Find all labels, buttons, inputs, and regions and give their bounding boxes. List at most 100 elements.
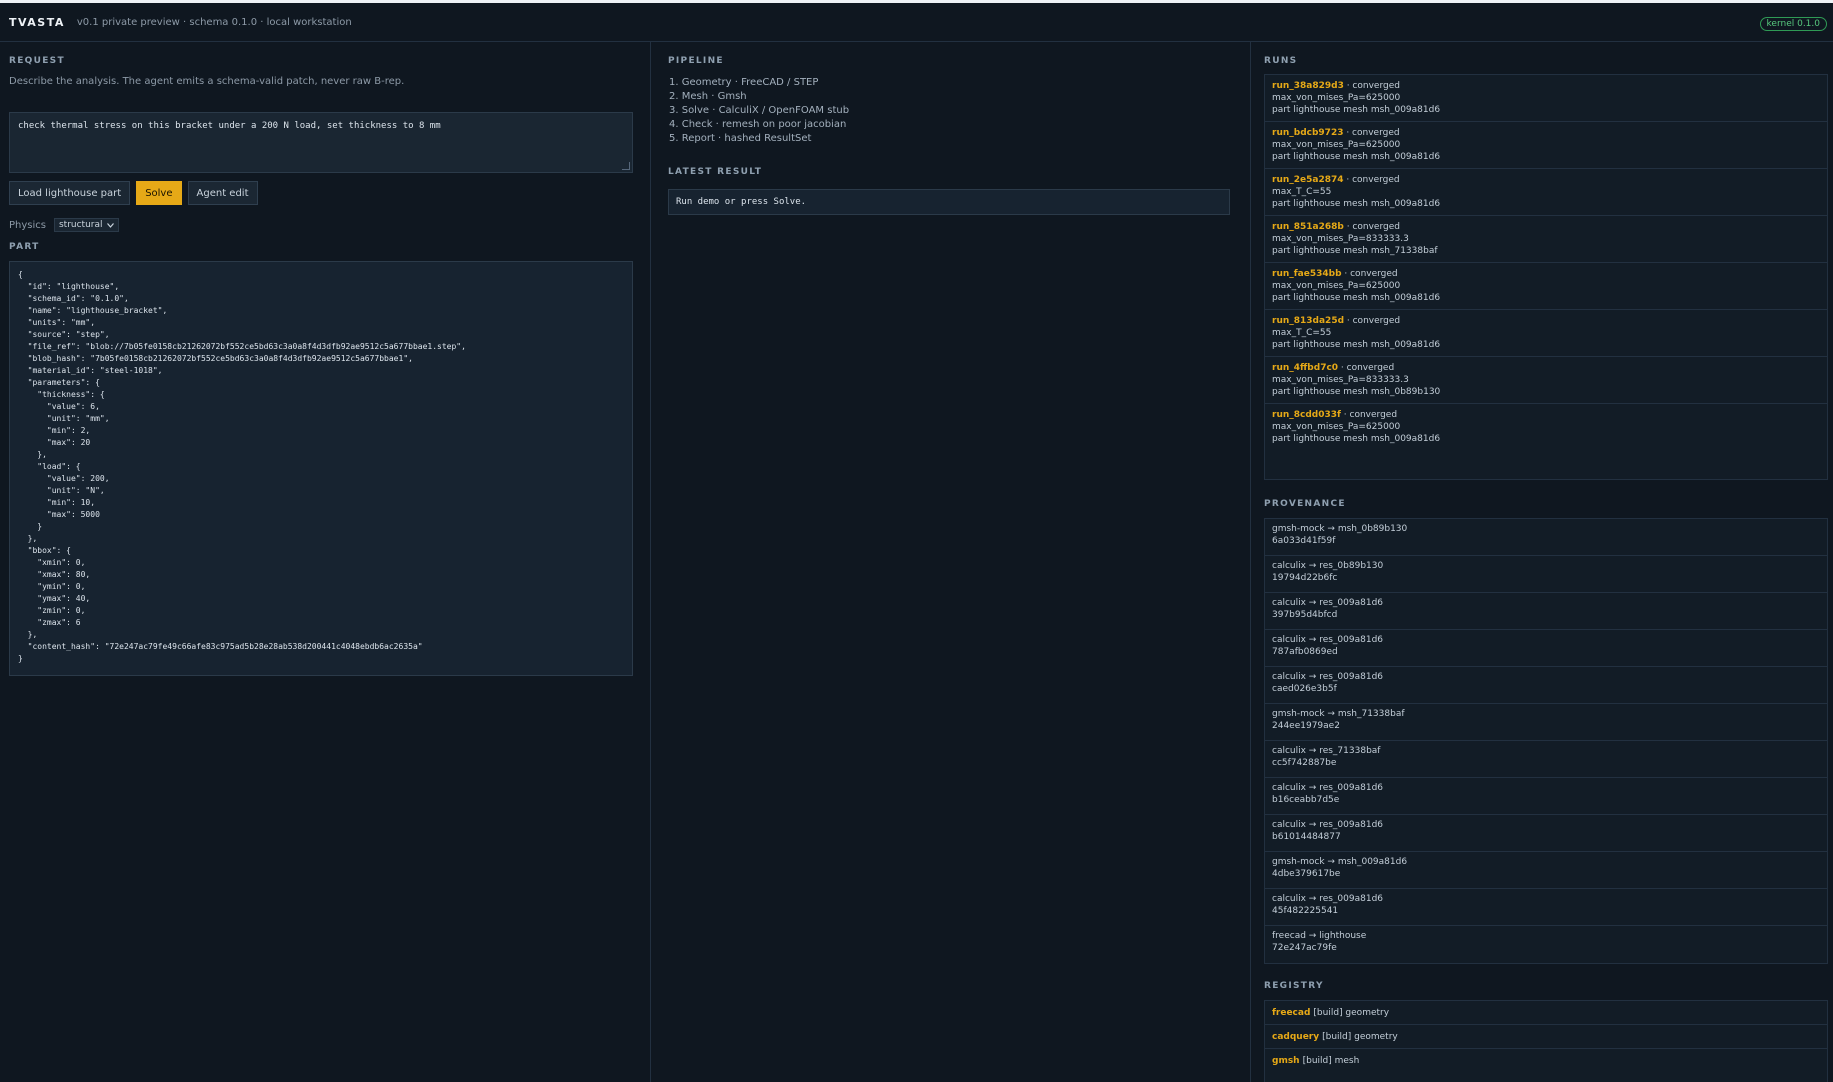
run-item[interactable]: run_2e5a2874 · converged max_T_C=55 part… bbox=[1265, 169, 1827, 216]
top-bar: TVASTA v0.1 private preview · schema 0.1… bbox=[0, 0, 1833, 42]
provenance-title: PROVENANCE bbox=[1264, 499, 1346, 509]
provenance-edge: freecad → lighthouse bbox=[1272, 931, 1367, 941]
provenance-edge: calculix → res_009a81d6 bbox=[1272, 783, 1384, 793]
provenance-edge: calculix → res_009a81d6 bbox=[1272, 635, 1384, 645]
run-id[interactable]: run_bdcb9723 bbox=[1272, 128, 1343, 138]
run-item[interactable]: run_fae534bb · converged max_von_mises_P… bbox=[1265, 263, 1827, 310]
request-text: check thermal stress on this bracket und… bbox=[18, 121, 441, 131]
run-item[interactable]: run_8cdd033f · converged max_von_mises_P… bbox=[1265, 404, 1827, 450]
run-status: · converged bbox=[1343, 222, 1400, 232]
provenance-hash: 244ee1979ae2 bbox=[1272, 721, 1340, 731]
registry-name[interactable]: gmsh bbox=[1272, 1055, 1300, 1067]
run-item[interactable]: run_bdcb9723 · converged max_von_mises_P… bbox=[1265, 122, 1827, 169]
run-metric: max_von_mises_Pa=625000 bbox=[1272, 140, 1401, 150]
pipeline-step: 2. Mesh · Gmsh bbox=[669, 91, 747, 102]
provenance-hash: cc5f742887be bbox=[1272, 758, 1337, 768]
run-mesh: part lighthouse mesh msh_009a81d6 bbox=[1272, 199, 1441, 209]
provenance-hash: 397b95d4bfcd bbox=[1272, 610, 1338, 620]
physics-select-value: structural bbox=[58, 220, 103, 230]
run-metric: max_von_mises_Pa=625000 bbox=[1272, 281, 1401, 291]
latest-result-box: Run demo or press Solve. bbox=[668, 189, 1230, 215]
run-status: · converged bbox=[1343, 128, 1400, 138]
run-id[interactable]: run_4ffbd7c0 bbox=[1272, 363, 1338, 373]
run-mesh: part lighthouse mesh msh_009a81d6 bbox=[1272, 105, 1441, 115]
provenance-hash: b16ceabb7d5e bbox=[1272, 795, 1340, 805]
run-metric: max_von_mises_Pa=625000 bbox=[1272, 422, 1401, 432]
run-metric: max_T_C=55 bbox=[1272, 187, 1332, 197]
provenance-item: freecad → lighthouse 72e247ac79fe bbox=[1265, 926, 1827, 963]
physics-select[interactable]: structural bbox=[53, 218, 119, 232]
run-id[interactable]: run_851a268b bbox=[1272, 222, 1344, 232]
provenance-item: calculix → res_009a81d6 45f482225541 bbox=[1265, 889, 1827, 926]
registry-tag: [build] mesh bbox=[1302, 1056, 1360, 1066]
run-id[interactable]: run_38a829d3 bbox=[1272, 81, 1344, 91]
provenance-item: calculix → res_009a81d6 787afb0869ed bbox=[1265, 630, 1827, 667]
run-metric: max_von_mises_Pa=833333.3 bbox=[1272, 375, 1409, 385]
solve-button[interactable]: Solve bbox=[136, 181, 182, 205]
pipeline-step: 4. Check · remesh on poor jacobian bbox=[669, 119, 847, 130]
part-json-panel: { "id": "lighthouse", "schema_id": "0.1.… bbox=[9, 261, 633, 676]
registry-item[interactable]: freecad [build] geometry bbox=[1265, 1001, 1827, 1025]
provenance-hash: 19794d22b6fc bbox=[1272, 573, 1338, 583]
run-mesh: part lighthouse mesh msh_009a81d6 bbox=[1272, 340, 1441, 350]
request-actions: Load lighthouse part Solve Agent edit bbox=[9, 181, 258, 205]
provenance-edge: calculix → res_009a81d6 bbox=[1272, 672, 1384, 682]
registry-tag: [build] geometry bbox=[1313, 1007, 1390, 1018]
load-part-button[interactable]: Load lighthouse part bbox=[9, 181, 131, 205]
runs-list: run_38a829d3 · converged max_von_mises_P… bbox=[1264, 74, 1828, 480]
run-id[interactable]: run_fae534bb bbox=[1272, 269, 1342, 279]
provenance-edge: gmsh-mock → msh_71338baf bbox=[1272, 709, 1405, 719]
run-item[interactable]: run_851a268b · converged max_von_mises_P… bbox=[1265, 216, 1827, 263]
provenance-edge: gmsh-mock → msh_009a81d6 bbox=[1272, 857, 1408, 867]
provenance-hash: b61014484877 bbox=[1272, 832, 1341, 842]
run-status: · converged bbox=[1338, 363, 1395, 373]
provenance-hash: 45f482225541 bbox=[1272, 906, 1339, 916]
chevron-down-icon bbox=[106, 222, 114, 228]
run-item[interactable]: run_4ffbd7c0 · converged max_von_mises_P… bbox=[1265, 357, 1827, 404]
registry-name[interactable]: cadquery bbox=[1272, 1031, 1319, 1043]
app-brand: TVASTA bbox=[9, 15, 65, 29]
registry-item[interactable]: gmsh [build] mesh bbox=[1265, 1049, 1827, 1073]
provenance-item: calculix → res_71338baf cc5f742887be bbox=[1265, 741, 1827, 778]
provenance-list: gmsh-mock → msh_0b89b130 6a033d41f59f cal… bbox=[1264, 518, 1828, 964]
run-mesh: part lighthouse mesh msh_009a81d6 bbox=[1272, 152, 1441, 162]
resize-handle-icon[interactable] bbox=[622, 162, 630, 170]
registry-list: freecad [build] geometry cadquery [build] … bbox=[1264, 1000, 1828, 1082]
provenance-hash: 4dbe379617be bbox=[1272, 869, 1341, 879]
request-hint: Describe the analysis. The agent emits a… bbox=[9, 76, 405, 87]
agent-edit-button[interactable]: Agent edit bbox=[187, 181, 258, 205]
right-column: RUNS run_38a829d3 · converged max_von_mi… bbox=[1251, 42, 1833, 1082]
pipeline-step: 5. Report · hashed ResultSet bbox=[669, 133, 812, 144]
provenance-edge: calculix → res_009a81d6 bbox=[1272, 894, 1384, 904]
registry-item[interactable]: cadquery [build] geometry bbox=[1265, 1025, 1827, 1049]
run-status: · converged bbox=[1344, 316, 1401, 326]
request-textarea[interactable]: check thermal stress on this bracket und… bbox=[9, 112, 633, 173]
run-id[interactable]: run_813da25d bbox=[1272, 316, 1344, 326]
run-metric: max_von_mises_Pa=625000 bbox=[1272, 93, 1401, 103]
registry-tag: [build] geometry bbox=[1322, 1031, 1398, 1042]
physics-label: Physics bbox=[9, 219, 46, 231]
provenance-edge: calculix → res_71338baf bbox=[1272, 746, 1381, 756]
run-metric: max_von_mises_Pa=833333.3 bbox=[1272, 234, 1409, 244]
pipeline-step: 1. Geometry · FreeCAD / STEP bbox=[669, 77, 819, 88]
part-title: PART bbox=[9, 242, 40, 252]
run-status: · converged bbox=[1343, 175, 1400, 185]
registry-name[interactable]: freecad bbox=[1272, 1007, 1310, 1019]
run-item[interactable]: run_813da25d · converged max_T_C=55 part… bbox=[1265, 310, 1827, 357]
provenance-hash: 72e247ac79fe bbox=[1272, 943, 1337, 953]
pipeline-steps: 1. Geometry · FreeCAD / STEP 2. Mesh · G… bbox=[669, 76, 849, 146]
provenance-edge: gmsh-mock → msh_0b89b130 bbox=[1272, 524, 1408, 534]
app-subtitle: v0.1 private preview · schema 0.1.0 · lo… bbox=[76, 16, 352, 28]
middle-column: PIPELINE 1. Geometry · FreeCAD / STEP 2.… bbox=[651, 42, 1251, 1082]
latest-result-title: LATEST RESULT bbox=[668, 167, 763, 177]
run-id[interactable]: run_8cdd033f bbox=[1272, 410, 1341, 420]
provenance-hash: 6a033d41f59f bbox=[1272, 536, 1336, 546]
run-metric: max_T_C=55 bbox=[1272, 328, 1332, 338]
latest-result-text: Run demo or press Solve. bbox=[676, 197, 807, 207]
run-id[interactable]: run_2e5a2874 bbox=[1272, 175, 1344, 185]
run-mesh: part lighthouse mesh msh_71338baf bbox=[1272, 246, 1438, 256]
run-item[interactable]: run_38a829d3 · converged max_von_mises_P… bbox=[1265, 75, 1827, 122]
provenance-item: calculix → res_0b89b130 19794d22b6fc bbox=[1265, 556, 1827, 593]
part-json: { "id": "lighthouse", "schema_id": "0.1.… bbox=[18, 270, 466, 663]
provenance-hash: caed026e3b5f bbox=[1272, 684, 1337, 694]
